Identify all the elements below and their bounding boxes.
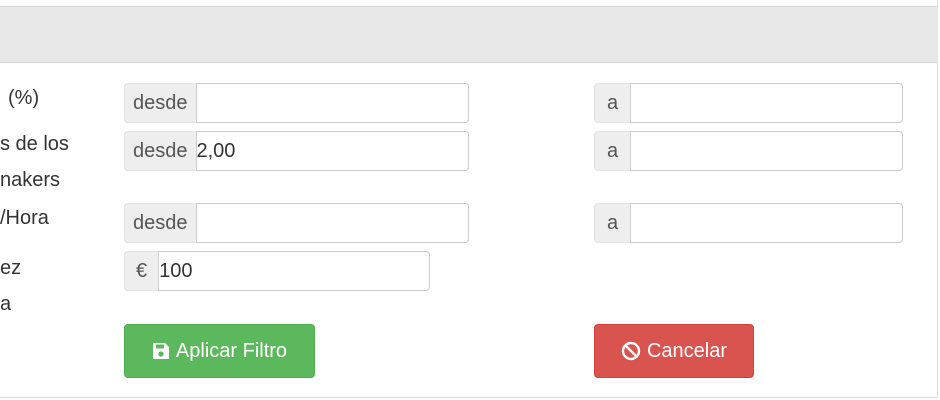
- row3-to-input[interactable]: [630, 203, 904, 243]
- filter-label-row2-line2: nakers: [0, 169, 61, 191]
- row4-amount-group: € 100: [124, 251, 431, 291]
- row3-from-group: desde: [124, 203, 469, 243]
- row1-from-input[interactable]: [195, 83, 469, 123]
- cancel-button[interactable]: Cancelar: [594, 324, 754, 378]
- row1-from-addon: desde: [124, 83, 196, 123]
- floppy-disk-icon: [152, 342, 170, 360]
- row1-from-group: desde: [124, 83, 469, 123]
- currency-addon: €: [124, 251, 159, 291]
- ban-icon: [621, 341, 641, 361]
- amount-value: 100: [159, 260, 193, 282]
- filter-label-row3: /Hora: [0, 200, 110, 236]
- filter-label-row4-line1: ez: [0, 257, 22, 279]
- panel-header: [0, 6, 938, 63]
- filter-label-row1-line1: (%): [8, 87, 40, 109]
- row3-to-group: a: [594, 203, 904, 243]
- apply-filter-button[interactable]: Aplicar Filtro: [124, 324, 315, 378]
- filter-label-row1: (%): [0, 80, 110, 116]
- row1-to-group: a: [594, 83, 904, 123]
- row3-from-addon: desde: [124, 203, 196, 243]
- row2-from-addon: desde: [124, 131, 196, 171]
- apply-filter-label: Aplicar Filtro: [175, 339, 288, 362]
- filter-label-row4-line2: a: [0, 293, 12, 315]
- row1-to-addon: a: [594, 83, 631, 123]
- row2-to-addon: a: [594, 131, 631, 171]
- cancel-label: Cancelar: [646, 339, 728, 362]
- filter-label-row4: ez a: [0, 250, 110, 322]
- row3-to-addon: a: [594, 203, 631, 243]
- row1-to-input[interactable]: [630, 83, 904, 123]
- row3-from-input[interactable]: [195, 203, 469, 243]
- row2-to-group: a: [594, 131, 904, 171]
- filter-panel: (%) desde a s de los nakers desde 2,00 a…: [0, 0, 938, 398]
- amount-input[interactable]: 100: [158, 251, 431, 291]
- filter-label-row2: s de los nakers: [0, 126, 110, 198]
- row2-to-input[interactable]: [630, 131, 904, 171]
- row2-from-value: 2,00: [196, 140, 236, 162]
- filter-label-row3-line1: /Hora: [0, 207, 49, 229]
- row2-from-group: desde 2,00: [124, 131, 469, 171]
- filter-label-row2-line1: s de los: [0, 133, 69, 155]
- row2-from-input[interactable]: 2,00: [195, 131, 469, 171]
